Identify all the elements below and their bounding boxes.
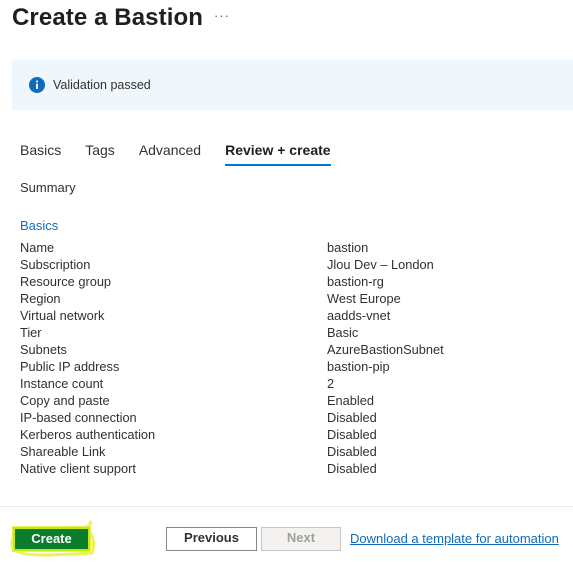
tab-review-create[interactable]: Review + create: [225, 141, 332, 166]
summary-row: Native client support Disabled: [20, 461, 560, 478]
summary-row: Copy and paste Enabled: [20, 393, 560, 410]
row-value: 2: [327, 376, 335, 391]
row-value: aadds-vnet: [327, 308, 391, 323]
row-value: bastion-rg: [327, 274, 384, 289]
row-value: AzureBastionSubnet: [327, 342, 444, 357]
summary-row: Kerberos authentication Disabled: [20, 427, 560, 444]
summary-row: Instance count 2: [20, 376, 560, 393]
row-value: West Europe: [327, 291, 401, 306]
row-key: Name: [20, 240, 55, 255]
info-icon: [29, 77, 45, 93]
previous-button[interactable]: Previous: [166, 527, 257, 551]
download-template-link[interactable]: Download a template for automation: [350, 531, 559, 546]
row-value: Jlou Dev – London: [327, 257, 434, 272]
row-value: Disabled: [327, 444, 377, 459]
summary-row: Virtual network aadds-vnet: [20, 308, 560, 325]
row-value: Enabled: [327, 393, 374, 408]
validation-banner: Validation passed: [12, 60, 573, 110]
summary-row: Shareable Link Disabled: [20, 444, 560, 461]
summary-row: Subnets AzureBastionSubnet: [20, 342, 560, 359]
section-title-basics: Basics: [20, 218, 59, 233]
summary-row: Resource group bastion-rg: [20, 274, 560, 291]
row-key: Subnets: [20, 342, 67, 357]
summary-row: Public IP address bastion-pip: [20, 359, 560, 376]
row-key: Tier: [20, 325, 42, 340]
row-key: Public IP address: [20, 359, 120, 374]
row-value: Disabled: [327, 461, 377, 476]
summary-row: Region West Europe: [20, 291, 560, 308]
row-key: Copy and paste: [20, 393, 110, 408]
tab-advanced[interactable]: Advanced: [139, 141, 201, 166]
summary-row: IP-based connection Disabled: [20, 410, 560, 427]
summary-heading: Summary: [20, 180, 76, 195]
page-title: Create a Bastion: [12, 4, 203, 31]
tab-tags[interactable]: Tags: [85, 141, 115, 166]
row-key: Shareable Link: [20, 444, 106, 459]
next-button[interactable]: Next: [261, 527, 341, 551]
more-options-button[interactable]: ···: [214, 8, 230, 23]
row-value: bastion: [327, 240, 369, 255]
row-key: Region: [20, 291, 61, 306]
create-button[interactable]: Create: [13, 527, 90, 551]
summary-row: Subscription Jlou Dev – London: [20, 257, 560, 274]
wizard-tabs: Basics Tags Advanced Review + create: [20, 141, 355, 169]
row-key: IP-based connection: [20, 410, 137, 425]
create-bastion-page: Create a Bastion ··· Validation passed B…: [0, 0, 573, 562]
row-key: Native client support: [20, 461, 136, 476]
row-value: Disabled: [327, 410, 377, 425]
footer-divider: [0, 506, 573, 507]
row-value: Disabled: [327, 427, 377, 442]
row-key: Resource group: [20, 274, 112, 289]
summary-table: Name bastion Subscription Jlou Dev – Londo…: [20, 240, 560, 478]
row-key: Instance count: [20, 376, 104, 391]
summary-row: Name bastion: [20, 240, 560, 257]
row-key: Kerberos authentication: [20, 427, 156, 442]
summary-row: Tier Basic: [20, 325, 560, 342]
tab-basics[interactable]: Basics: [20, 141, 61, 166]
row-key: Virtual network: [20, 308, 105, 323]
row-value: Basic: [327, 325, 359, 340]
validation-message: Validation passed: [53, 78, 151, 92]
row-key: Subscription: [20, 257, 91, 272]
row-value: bastion-pip: [327, 359, 390, 374]
